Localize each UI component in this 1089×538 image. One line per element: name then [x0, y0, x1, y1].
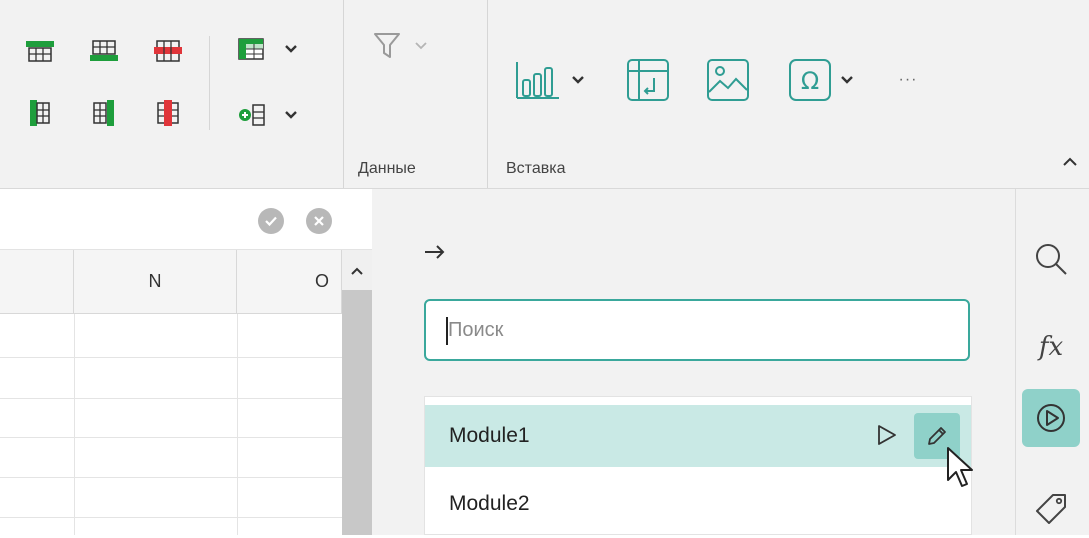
search-icon: [1036, 244, 1067, 275]
arrow-right-icon: [425, 245, 445, 259]
chevron-down-icon: [285, 111, 297, 119]
insert-symbol-button[interactable]: Ω: [780, 56, 862, 104]
column-header-blank: [0, 250, 74, 314]
close-icon: [314, 216, 324, 226]
run-macro-button[interactable]: [876, 423, 898, 453]
mouse-cursor-icon: [947, 447, 973, 487]
ribbon-toolbar: Данные Ω ··· Вставка: [0, 0, 1089, 189]
pivot-table-button[interactable]: [622, 56, 674, 104]
chevron-up-icon: [1063, 157, 1077, 166]
macro-name: Module1: [449, 424, 530, 447]
confirm-button[interactable]: [258, 208, 284, 234]
sidebar-search-button[interactable]: [1022, 230, 1080, 288]
format-table-icon: [238, 38, 264, 60]
more-button[interactable]: ···: [890, 68, 926, 92]
format-as-table-button[interactable]: [228, 32, 308, 66]
filter-button: [360, 26, 440, 66]
chevron-down-icon: [415, 42, 427, 50]
play-circle-icon: [1037, 404, 1065, 432]
vertical-scrollbar[interactable]: [342, 250, 372, 535]
ribbon-group-divider: [487, 0, 488, 188]
delete-rows-icon: [154, 40, 182, 62]
column-line: [237, 314, 238, 535]
insert-image-button[interactable]: [702, 56, 754, 104]
scrollbar-thumb[interactable]: [342, 290, 372, 535]
insert-cells-button[interactable]: [228, 98, 308, 132]
group-label-insert: Вставка: [506, 160, 566, 177]
column-header-n[interactable]: N: [74, 250, 237, 314]
group-label-data: Данные: [358, 160, 416, 177]
ribbon-group-divider: [343, 0, 344, 188]
collapse-ribbon-button[interactable]: [1056, 150, 1084, 174]
scroll-up-icon[interactable]: [350, 266, 364, 276]
row-line: [0, 357, 342, 358]
play-icon: [878, 425, 896, 445]
delete-rows-button[interactable]: [150, 36, 186, 66]
insert-cells-icon: [239, 104, 265, 126]
insert-columns-right-icon: [93, 100, 114, 126]
image-icon: [707, 59, 749, 101]
tag-icon: [1036, 494, 1066, 524]
insert-chart-button[interactable]: [506, 56, 594, 104]
ribbon-divider: [209, 36, 210, 130]
sidebar-macros-button[interactable]: [1022, 389, 1080, 447]
svg-text:Ω: Ω: [801, 67, 819, 95]
pencil-icon: [928, 427, 946, 445]
macro-list: Module1 Module2: [424, 396, 972, 535]
chevron-down-icon: [285, 45, 297, 53]
pivot-table-icon: [627, 59, 669, 101]
bar-chart-icon: [516, 62, 559, 99]
row-line: [0, 398, 342, 399]
omega-symbol-icon: Ω: [789, 59, 831, 101]
insert-rows-below-button[interactable]: [86, 36, 122, 66]
insert-columns-left-icon: [30, 100, 50, 126]
list-item-module1[interactable]: Module1: [425, 405, 971, 467]
sidebar-functions-button[interactable]: fx: [1022, 318, 1080, 376]
insert-rows-above-button[interactable]: [22, 36, 58, 66]
list-item-module2[interactable]: Module2: [425, 473, 971, 535]
row-line: [0, 517, 342, 518]
sidebar-tags-button[interactable]: [1022, 480, 1080, 538]
filter-icon: [374, 33, 400, 58]
formula-bar: [0, 189, 372, 250]
macro-name: Module2: [449, 492, 530, 515]
column-line: [74, 314, 75, 535]
cancel-button[interactable]: [306, 208, 332, 234]
search-field[interactable]: Поиск: [424, 299, 970, 361]
row-line: [0, 437, 342, 438]
insert-columns-left-button[interactable]: [22, 96, 58, 130]
chevron-down-icon: [572, 76, 584, 84]
search-placeholder: Поиск: [448, 319, 504, 341]
insert-rows-below-icon: [90, 40, 118, 61]
delete-columns-icon: [157, 100, 179, 126]
check-icon: [265, 216, 277, 227]
collapse-panel-button[interactable]: [424, 244, 454, 268]
delete-columns-button[interactable]: [150, 96, 186, 130]
column-header-o[interactable]: O: [237, 250, 342, 314]
row-line: [0, 477, 342, 478]
chevron-down-icon: [841, 76, 853, 84]
insert-rows-above-icon: [26, 41, 54, 62]
insert-columns-right-button[interactable]: [86, 96, 122, 130]
